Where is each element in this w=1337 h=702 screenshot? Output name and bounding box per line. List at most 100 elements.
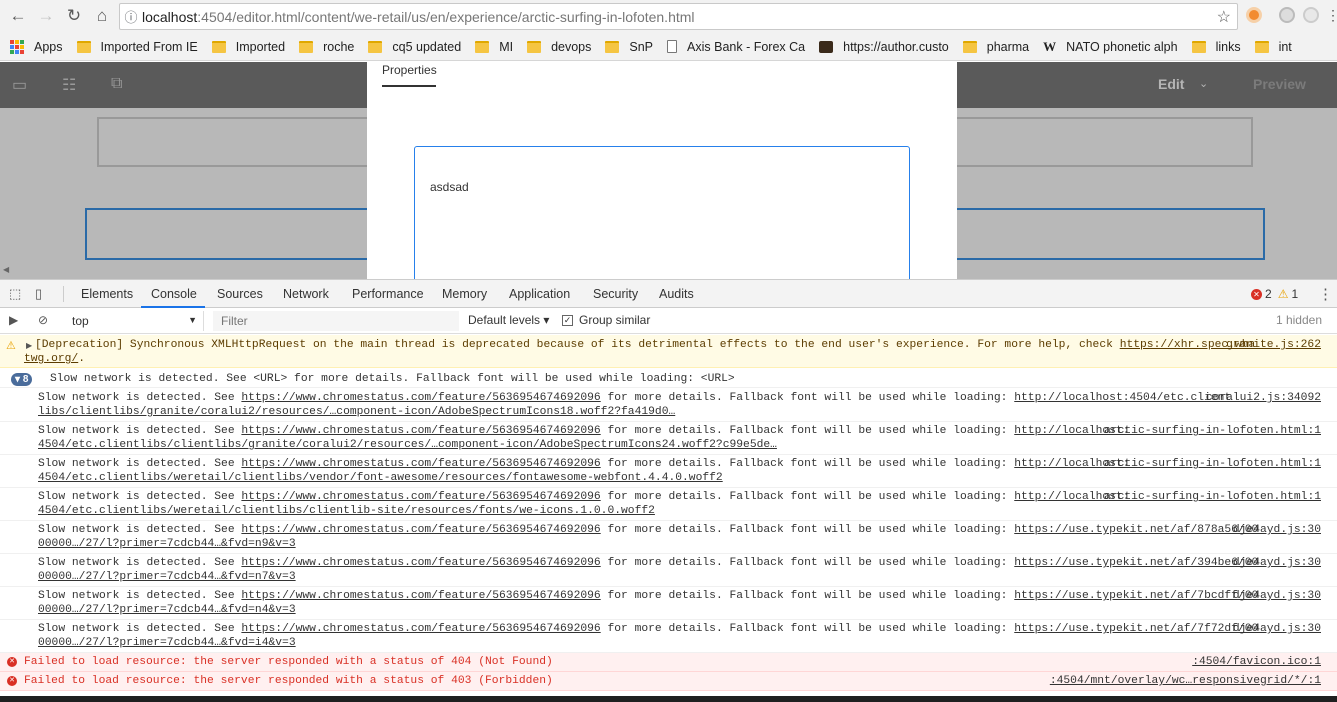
console-message[interactable]: Slow network is detected. See https://ww… (0, 488, 1337, 521)
font-url-link[interactable]: 00000…/27/l?primer=7cdcb44…&fvd=n9&v=3 (38, 538, 296, 550)
device-toolbar-icon[interactable]: ▯ (35, 286, 51, 302)
tab-audits[interactable]: Audits (659, 287, 694, 301)
chromestatus-link[interactable]: https://www.chromestatus.com/feature/563… (241, 458, 600, 470)
bookmark-item[interactable]: Axis Bank - Forex Ca (667, 40, 805, 54)
info-icon[interactable]: ⓘ (120, 7, 142, 26)
chromestatus-link[interactable]: https://www.chromestatus.com/feature/563… (241, 392, 600, 404)
more-options-icon[interactable]: ⋮ (1318, 285, 1333, 303)
issue-counts[interactable]: ✕ 2 ⚠ 1 (1251, 287, 1298, 301)
message-source-link[interactable]: dje4ayd.js:30 (1233, 590, 1321, 602)
font-url-link[interactable]: https://use.typekit.net/af/7bcdff/00 (1014, 590, 1258, 602)
sidebar-toggle-icon[interactable]: ▶ (9, 313, 23, 327)
clear-console-icon[interactable]: ⊘ (38, 313, 52, 327)
console-message[interactable]: Slow network is detected. See https://ww… (0, 389, 1337, 422)
expand-triangle-icon[interactable]: ▶ (26, 341, 32, 350)
edit-mode-button[interactable]: Edit (1158, 76, 1184, 92)
bookmark-item[interactable]: devops (527, 40, 591, 54)
tab-performance[interactable]: Performance (352, 287, 424, 301)
console-message[interactable]: Slow network is detected. See https://ww… (0, 521, 1337, 554)
message-source-link[interactable]: arctic-surfing-in-lofoten.html:1 (1104, 425, 1321, 437)
console-filter-input[interactable] (213, 311, 459, 331)
tab-security[interactable]: Security (593, 287, 638, 301)
chromestatus-link[interactable]: https://www.chromestatus.com/feature/563… (241, 557, 600, 569)
chromestatus-link[interactable]: https://www.chromestatus.com/feature/563… (241, 491, 600, 503)
back-arrow-icon[interactable]: ← (4, 2, 32, 30)
forward-arrow-icon[interactable]: → (32, 2, 60, 30)
console-error-message[interactable]: ✕ Failed to load resource: the server res… (0, 653, 1337, 672)
font-url-link[interactable]: https://use.typekit.net/af/7f72df/00 (1014, 623, 1258, 635)
home-icon[interactable]: ⌂ (88, 2, 116, 30)
font-url-link[interactable]: 4504/etc.clientlibs/clientlibs/granite/c… (38, 439, 777, 451)
extension-icon[interactable] (1279, 7, 1295, 23)
message-source-link[interactable]: dje4ayd.js:30 (1233, 623, 1321, 635)
bookmark-item[interactable]: W NATO phonetic alph (1043, 39, 1177, 55)
group-similar-checkbox[interactable]: ✓ Group similar (562, 313, 650, 327)
rich-text-editor[interactable]: asdsad (414, 146, 910, 279)
font-url-link[interactable]: 4504/etc.clientlibs/weretail/clientlibs/… (38, 505, 655, 517)
chromestatus-link[interactable]: https://www.chromestatus.com/feature/563… (241, 425, 600, 437)
bookmark-item[interactable]: MI (475, 40, 513, 54)
tab-sources[interactable]: Sources (217, 287, 263, 301)
message-source-link[interactable]: dje4ayd.js:30 (1233, 524, 1321, 536)
font-url-link[interactable]: libs/clientlibs/granite/coralui2/resourc… (38, 406, 675, 418)
chromestatus-link[interactable]: https://www.chromestatus.com/feature/563… (241, 590, 600, 602)
extension-icon[interactable] (1246, 7, 1262, 23)
inspect-element-icon[interactable]: ⬚ (9, 286, 25, 302)
console-message[interactable]: Slow network is detected. See https://ww… (0, 620, 1337, 653)
reload-icon[interactable]: ↻ (60, 2, 88, 30)
bookmark-item[interactable]: int (1254, 40, 1292, 54)
side-panel-icon[interactable]: ▭ (12, 75, 32, 94)
bookmark-item[interactable]: roche (299, 40, 354, 54)
rte-content[interactable]: asdsad (430, 180, 469, 194)
bookmark-item[interactable]: links (1191, 40, 1241, 54)
console-error-message[interactable]: ✕ Failed to load resource: the server res… (0, 672, 1337, 691)
console-message[interactable]: Slow network is detected. See https://ww… (0, 587, 1337, 620)
chromestatus-link[interactable]: https://www.chromestatus.com/feature/563… (241, 623, 600, 635)
preview-button[interactable]: Preview (1253, 76, 1306, 92)
console-message[interactable]: Slow network is detected. See https://ww… (0, 554, 1337, 587)
tab-network[interactable]: Network (283, 287, 329, 301)
bookmark-item[interactable]: Imported From IE (76, 40, 198, 54)
tab-memory[interactable]: Memory (442, 287, 487, 301)
extension-icon[interactable] (1303, 7, 1319, 23)
tab-elements[interactable]: Elements (81, 287, 133, 301)
console-message[interactable]: Slow network is detected. See https://ww… (0, 422, 1337, 455)
message-source-link[interactable]: :4504/mnt/overlay/wc…responsivegrid/*/:1 (1050, 675, 1321, 687)
bookmark-item[interactable]: SnP (605, 40, 653, 54)
bookmark-star-icon[interactable]: ☆ (1217, 7, 1231, 27)
bookmark-item[interactable]: Imported (211, 40, 285, 54)
bookmark-item[interactable]: Apps (10, 39, 63, 54)
context-selector[interactable]: top ▼ (64, 311, 204, 331)
message-source-link[interactable]: coralui2.js:34092 (1206, 392, 1321, 404)
bookmark-item[interactable]: pharma (962, 40, 1029, 54)
font-url-link[interactable]: https://use.typekit.net/af/878a56/00 (1014, 524, 1258, 536)
log-levels-dropdown[interactable]: Default levels ▾ (468, 313, 549, 327)
repeat-count-badge[interactable]: ▾ 8 (11, 373, 33, 386)
page-properties-icon[interactable]: ☷ (62, 75, 82, 94)
message-source-link[interactable]: granite.js:262 (1226, 339, 1321, 351)
chromestatus-link[interactable]: https://www.chromestatus.com/feature/563… (241, 524, 600, 536)
message-source-link[interactable]: :4504/favicon.ico:1 (1192, 656, 1321, 668)
font-url-link[interactable]: http://localhost:4504/etc.client (1014, 392, 1231, 404)
font-url-link[interactable]: 00000…/27/l?primer=7cdcb44…&fvd=n4&v=3 (38, 604, 296, 616)
console-message[interactable]: Slow network is detected. See https://ww… (0, 455, 1337, 488)
tab-console[interactable]: Console (151, 287, 197, 301)
address-bar[interactable]: ⓘ localhost:4504/editor.html/content/we-… (119, 3, 1238, 30)
font-url-link[interactable]: https://use.typekit.net/af/394be6/00 (1014, 557, 1258, 569)
message-source-link[interactable]: arctic-surfing-in-lofoten.html:1 (1104, 458, 1321, 470)
console-message-group[interactable]: ▾ 8 Slow network is detected. See <URL> … (0, 370, 1337, 388)
font-url-link[interactable]: 00000…/27/l?primer=7cdcb44…&fvd=n7&v=3 (38, 571, 296, 583)
message-source-link[interactable]: dje4ayd.js:30 (1233, 557, 1321, 569)
bookmark-item[interactable]: cq5 updated (368, 40, 461, 54)
console-warning-message[interactable]: ⚠ ▶ [Deprecation] Synchronous XMLHttpReq… (0, 335, 1337, 368)
scroll-left-arrow-icon[interactable]: ◀ (3, 265, 9, 274)
tab-properties[interactable]: Properties (382, 63, 437, 77)
checkbox-checked-icon[interactable]: ✓ (562, 314, 573, 326)
chevron-down-icon[interactable]: ⌄ (1199, 77, 1208, 90)
menu-icon[interactable]: ⋮ (1326, 7, 1337, 24)
bookmark-item[interactable]: https://author.custo (819, 40, 949, 54)
tab-application[interactable]: Application (509, 287, 570, 301)
emulator-icon[interactable]: ⧉ (111, 75, 131, 93)
font-url-link[interactable]: 4504/etc.clientlibs/weretail/clientlibs/… (38, 472, 723, 484)
font-url-link[interactable]: 00000…/27/l?primer=7cdcb44…&fvd=i4&v=3 (38, 637, 296, 649)
